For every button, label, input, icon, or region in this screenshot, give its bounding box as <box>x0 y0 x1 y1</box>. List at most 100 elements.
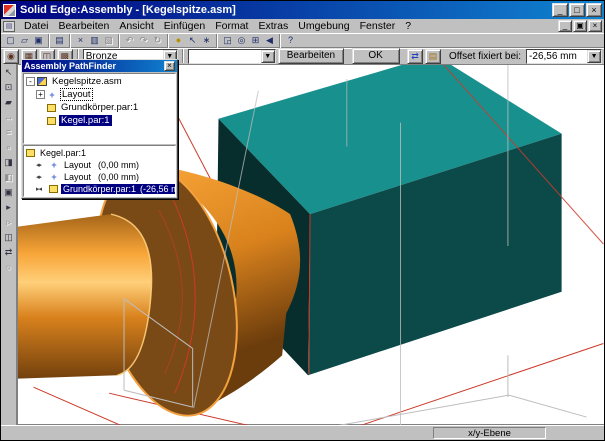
save-button[interactable]: ▣ <box>32 34 45 47</box>
select-tool-button[interactable]: ↖ <box>1 66 16 80</box>
layout-icon: + <box>49 160 59 170</box>
offset-input <box>527 50 587 63</box>
simplify-button[interactable]: ● <box>172 34 185 47</box>
menu-ansicht[interactable]: Ansicht <box>114 19 158 33</box>
align-relation-icon: ◂▸ <box>36 173 49 181</box>
solid-edge-window: Solid Edge:Assembly - [Kegelspitze.asm] … <box>0 0 605 441</box>
wireframe-sketch-right <box>313 395 586 429</box>
reference-circle-button[interactable]: ○ <box>1 261 16 275</box>
menu-fenster[interactable]: Fenster <box>355 19 401 33</box>
menu-datei[interactable]: Datei <box>19 19 54 33</box>
update-links-button[interactable]: ↻ <box>151 34 164 47</box>
move-part-button[interactable]: ↔ <box>1 111 16 125</box>
offset-plane-button[interactable]: ▤ <box>425 49 441 64</box>
expand-icon[interactable]: + <box>36 90 45 99</box>
pathfinder-tree: - Kegelspitze.asm + + Layout Grundkörper… <box>23 73 176 144</box>
offset-select[interactable]: ▼ <box>526 49 602 64</box>
construction-line-bottom-left <box>34 387 129 429</box>
window-title: Solid Edge:Assembly - [Kegelspitze.asm] <box>20 4 551 16</box>
move-to-assembly-button[interactable]: ▸ <box>1 201 16 215</box>
status-bar: x/y-Ebene <box>1 425 604 440</box>
relation-value: (0,00 mm) <box>98 160 139 170</box>
help-button[interactable]: ? <box>284 34 297 47</box>
child-minimize-button[interactable]: _ <box>558 20 572 32</box>
redo-button[interactable]: ↷ <box>137 34 150 47</box>
tree-item-kegel[interactable]: Kegel.par:1 <box>36 114 175 127</box>
part-icon <box>47 104 56 112</box>
title-bar: Solid Edge:Assembly - [Kegelspitze.asm] … <box>1 1 604 19</box>
relation-row-layout-2[interactable]: ◂▸ + Layout (0,00 mm) <box>36 171 175 183</box>
relation-value: (-26,56 mm) <box>138 184 176 194</box>
assembly-icon <box>37 77 47 86</box>
layout-icon: + <box>47 90 57 100</box>
copy-button[interactable]: ▥ <box>88 34 101 47</box>
menu-bearbeiten[interactable]: Bearbeiten <box>54 19 115 33</box>
paste-button[interactable]: ▧ <box>102 34 115 47</box>
relations-header[interactable]: Kegel.par:1 <box>26 147 175 159</box>
relations-pane: Kegel.par:1 ◂▸ + Layout (0,00 mm) ◂▸ + L… <box>23 145 176 197</box>
fit-button[interactable]: ⊞ <box>249 34 262 47</box>
place-part-button[interactable]: ◨ <box>1 156 16 170</box>
swap-part-button[interactable]: ⇄ <box>1 246 16 260</box>
part-icon <box>26 149 35 157</box>
undo-button[interactable]: ↶ <box>123 34 136 47</box>
configuration-dropdown-arrow[interactable]: ▼ <box>261 50 275 63</box>
align-relation-icon: ◂▸ <box>36 161 49 169</box>
menu-einfuegen[interactable]: Einfügen <box>159 19 210 33</box>
previous-view-button[interactable]: ◀ <box>263 34 276 47</box>
configuration-select[interactable]: ▼ <box>188 49 276 64</box>
point-tool-button[interactable]: ∘ <box>1 141 16 155</box>
tree-item-layout[interactable]: + + Layout <box>36 88 175 101</box>
sketch-points-button[interactable]: ∗ <box>200 34 213 47</box>
print-button[interactable]: ▤ <box>53 34 66 47</box>
offset-dropdown-arrow[interactable]: ▼ <box>587 50 601 63</box>
part-icon <box>47 117 56 125</box>
rotate-part-button[interactable]: ▹ <box>1 216 16 230</box>
cylinder-shaft[interactable] <box>18 214 152 379</box>
zoom-button[interactable]: ◎ <box>235 34 248 47</box>
select-part-step-button[interactable]: ◉ <box>3 49 19 64</box>
assembly-toolbar: ↖ ⊡ ▰ ↔ ≡ ∘ ◨ ◧ ▣ ▸ ▹ ◫ ⇄ ○ <box>1 64 17 425</box>
check-interference-button[interactable]: ▣ <box>1 186 16 200</box>
relation-row-layout-1[interactable]: ◂▸ + Layout (0,00 mm) <box>36 159 175 171</box>
maximize-button[interactable]: □ <box>569 3 585 17</box>
pathfinder-titlebar[interactable]: Assembly PathFinder × <box>22 60 177 72</box>
part-icon <box>49 185 58 193</box>
pathfinder-panel[interactable]: Assembly PathFinder × - Kegelspitze.asm … <box>21 59 178 199</box>
ok-button[interactable]: OK <box>352 48 400 64</box>
app-icon[interactable] <box>3 4 16 17</box>
menu-bar: ▤ Datei Bearbeiten Ansicht Einfügen Form… <box>1 19 604 33</box>
collapse-icon[interactable]: - <box>26 77 35 86</box>
minimize-button[interactable]: _ <box>552 3 568 17</box>
relation-row-grundkoerper[interactable]: ▸◂ Grundkörper.par:1(-26,56 mm) <box>36 183 175 195</box>
menu-extras[interactable]: Extras <box>253 19 293 33</box>
mate-relation-icon: ▸◂ <box>36 185 49 193</box>
active-plane-indicator: x/y-Ebene <box>433 427 546 439</box>
close-button[interactable]: × <box>586 3 602 17</box>
new-button[interactable]: ▢ <box>4 34 17 47</box>
cut-button[interactable]: × <box>74 34 87 47</box>
tree-item-grundkoerper[interactable]: Grundkörper.par:1 <box>36 101 175 114</box>
offset-label: Offset fixiert bei: <box>443 51 524 62</box>
menu-umgebung[interactable]: Umgebung <box>293 19 354 33</box>
main-toolbar: ▢ ▱ ▣ ▤ × ▥ ▧ ↶ ↷ ↻ ● ↖ ∗ ◲ ◎ ⊞ ◀ ? <box>1 33 604 47</box>
child-close-button[interactable]: × <box>588 20 602 32</box>
relation-value: (0,00 mm) <box>98 172 139 182</box>
configuration-input <box>189 50 261 63</box>
area-select-button[interactable]: ⊡ <box>1 81 16 95</box>
ground-part-button[interactable]: ◧ <box>1 171 16 185</box>
replace-part-button[interactable]: ◫ <box>1 231 16 245</box>
document-icon[interactable]: ▤ <box>3 21 15 32</box>
tree-item-kegelspitze-asm[interactable]: - Kegelspitze.asm <box>26 75 175 88</box>
edit-button[interactable]: Bearbeiten <box>278 48 344 64</box>
pathfinder-close-button[interactable]: × <box>164 61 175 71</box>
child-restore-button[interactable]: ▣ <box>573 20 587 32</box>
flip-direction-button[interactable]: ⇄ <box>407 49 423 64</box>
menu-format[interactable]: Format <box>210 19 253 33</box>
pattern-part-button[interactable]: ≡ <box>1 126 16 140</box>
menu-hilfe[interactable]: ? <box>400 19 416 33</box>
zoom-area-button[interactable]: ◲ <box>221 34 234 47</box>
edit-definition-button[interactable]: ▰ <box>1 96 16 110</box>
open-button[interactable]: ▱ <box>18 34 31 47</box>
select-button[interactable]: ↖ <box>186 34 199 47</box>
